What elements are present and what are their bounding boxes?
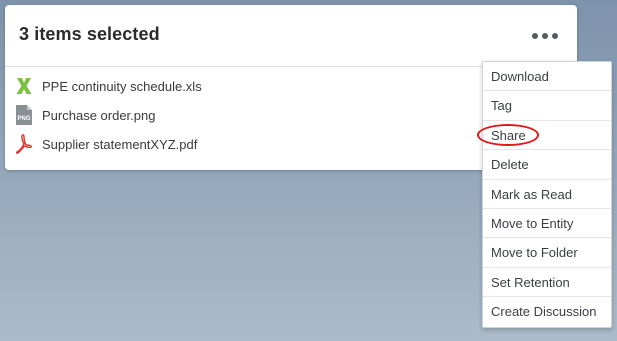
file-name: Purchase order.png	[42, 108, 156, 123]
menu-item-label: Set Retention	[491, 274, 570, 290]
menu-item-share[interactable]: Share	[477, 121, 611, 151]
menu-item-delete[interactable]: Delete	[483, 150, 611, 180]
file-row[interactable]: PNG Purchase order.png	[5, 101, 475, 130]
file-name: Supplier statementXYZ.pdf	[42, 137, 198, 152]
more-options-button[interactable]	[529, 23, 561, 49]
menu-item-label: Move to Folder	[491, 245, 578, 261]
menu-item-create-discussion[interactable]: Create Discussion	[483, 297, 611, 326]
menu-item-mark-as-read[interactable]: Mark as Read	[483, 180, 611, 209]
png-file-icon: PNG	[14, 104, 34, 126]
menu-item-label: Mark as Read	[491, 186, 572, 202]
menu-item-move-to-folder[interactable]: Move to Folder	[483, 238, 611, 268]
selected-file-list: PPE continuity schedule.xls PNG Purchase…	[5, 72, 475, 159]
file-row[interactable]: PPE continuity schedule.xls	[5, 72, 475, 101]
ellipsis-horizontal-icon	[532, 33, 538, 39]
menu-item-tag[interactable]: Tag	[483, 91, 611, 121]
menu-item-label: Delete	[491, 157, 529, 173]
menu-item-label: Download	[491, 69, 549, 84]
file-name: PPE continuity schedule.xls	[42, 79, 202, 94]
ellipsis-horizontal-icon	[552, 33, 558, 39]
pdf-icon	[14, 133, 34, 155]
selection-header: 3 items selected	[5, 5, 577, 67]
menu-item-download[interactable]: Download	[483, 62, 611, 92]
menu-item-label: Share	[491, 127, 526, 143]
menu-item-label: Create Discussion	[491, 304, 597, 320]
excel-icon	[14, 75, 34, 97]
menu-item-label: Tag	[491, 98, 512, 114]
menu-item-move-to-entity[interactable]: Move to Entity	[483, 209, 611, 239]
file-row[interactable]: Supplier statementXYZ.pdf	[5, 130, 475, 159]
svg-text:PNG: PNG	[17, 116, 30, 122]
menu-item-set-retention[interactable]: Set Retention	[483, 268, 611, 298]
menu-item-label: Move to Entity	[491, 215, 574, 231]
ellipsis-horizontal-icon	[542, 33, 548, 39]
actions-menu: Download Tag Share Delete Mark as Read M…	[477, 61, 612, 328]
selection-title: 3 items selected	[19, 24, 160, 44]
